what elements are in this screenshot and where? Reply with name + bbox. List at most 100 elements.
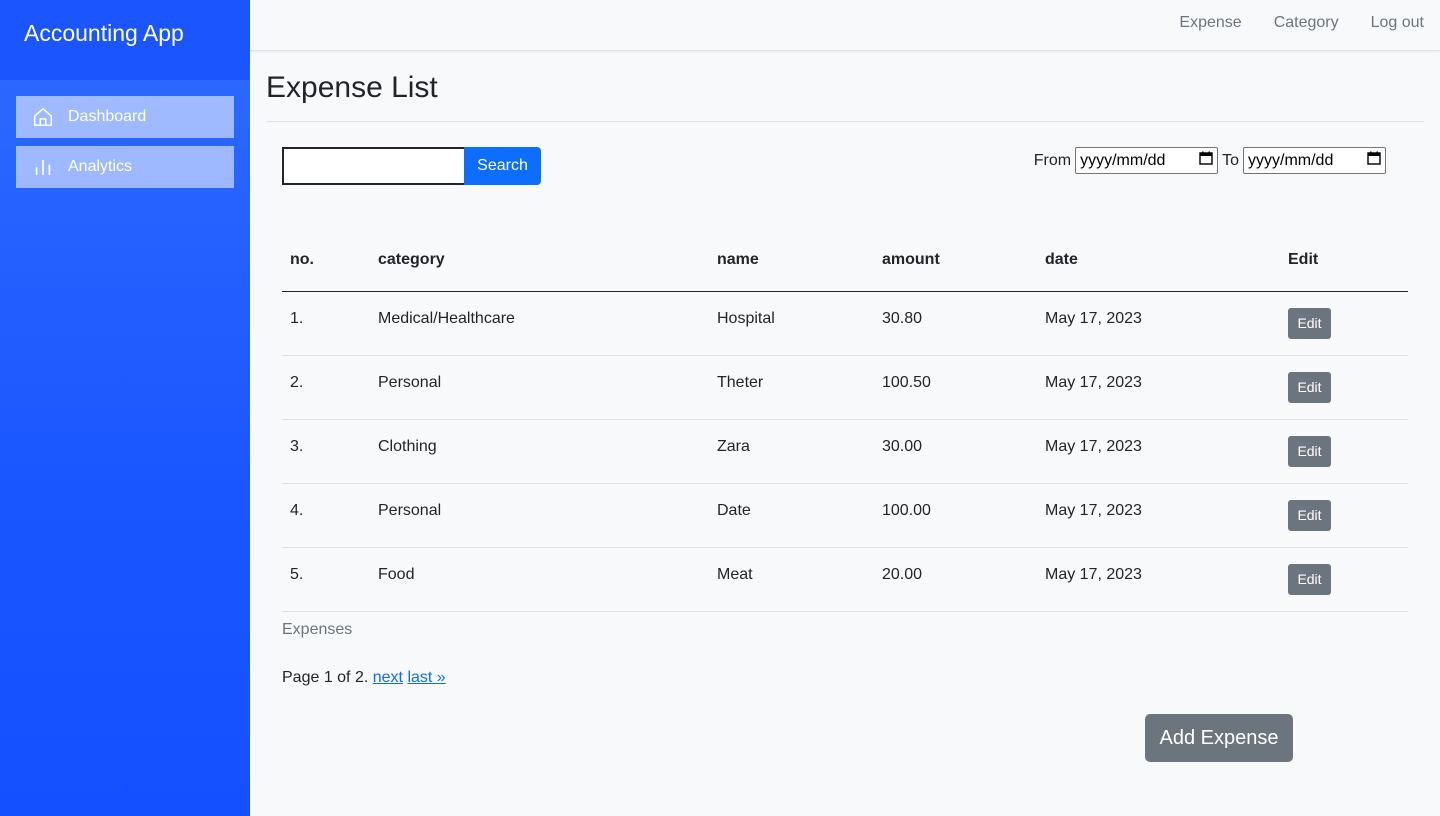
cell-name: Date <box>709 483 874 548</box>
cell-amount-text: 100.00 <box>882 502 931 519</box>
edit-button[interactable]: Edit <box>1288 371 1331 403</box>
cell-category-text: Clothing <box>378 438 437 455</box>
cell-date-text: May 17, 2023 <box>1045 374 1142 391</box>
cell-edit: Edit <box>1280 355 1408 420</box>
sidebar-nav: Dashboard Analytics <box>0 80 250 188</box>
column-header-edit: Edit <box>1280 230 1408 292</box>
next-page-link[interactable]: next <box>373 669 403 686</box>
to-date-placeholder: yyyy/mm/dd <box>1248 151 1334 169</box>
page-title: Expense List <box>266 71 1424 122</box>
sidebar-item-analytics[interactable]: Analytics <box>16 146 234 188</box>
from-label: From <box>1033 151 1072 169</box>
cell-amount: 100.00 <box>874 483 1037 548</box>
add-expense-button[interactable]: Add Expense <box>1145 714 1293 762</box>
cell-date: May 17, 2023 <box>1037 547 1280 612</box>
cell-date-text: May 17, 2023 <box>1045 566 1142 583</box>
home-icon <box>32 106 54 128</box>
from-date-input[interactable]: yyyy/mm/dd <box>1075 147 1219 174</box>
search-row: Search From yyyy/mm/dd To yyyy/mm/dd <box>266 122 1424 222</box>
cell-name-text: Theter <box>717 374 764 391</box>
table-row: 2. Personal Theter 100.50 May 17, 2023 Edit <box>282 355 1408 420</box>
from-date-placeholder: yyyy/mm/dd <box>1080 151 1166 169</box>
table-body: 1. Medical/Healthcare Hospital 30.80 May 17,… <box>282 291 1408 612</box>
cell-amount-text: 30.80 <box>882 310 923 327</box>
cell-date: May 17, 2023 <box>1037 419 1280 484</box>
nav-link-expense[interactable]: Expense <box>1179 14 1241 32</box>
search-input[interactable] <box>282 147 464 185</box>
cell-amount-text: 30.00 <box>882 438 923 455</box>
last-page-link[interactable]: last » <box>407 669 445 686</box>
cell-no: 2. <box>282 355 370 420</box>
sidebar: Accounting App Dashboard Analytics <box>0 0 250 816</box>
cell-category-text: Medical/Healthcare <box>378 310 515 327</box>
cell-category: Personal <box>370 355 709 420</box>
cell-name-text: Date <box>717 502 751 519</box>
edit-button[interactable]: Edit <box>1288 435 1331 467</box>
calendar-icon <box>1367 151 1381 170</box>
cell-no: 1. <box>282 291 370 356</box>
cell-name: Zara <box>709 419 874 484</box>
column-header-date: date <box>1037 230 1280 292</box>
cell-name: Theter <box>709 355 874 420</box>
search-button[interactable]: Search <box>464 147 541 185</box>
cell-name-text: Zara <box>717 438 750 455</box>
edit-button[interactable]: Edit <box>1288 307 1331 339</box>
sidebar-item-label: Dashboard <box>68 108 147 125</box>
cell-category-text: Personal <box>378 502 442 519</box>
table-row: 1. Medical/Healthcare Hospital 30.80 May 17,… <box>282 291 1408 356</box>
main-content: Expense List Search From yyyy/mm/dd To y… <box>266 51 1424 222</box>
cell-amount-text: 20.00 <box>882 566 923 583</box>
table-row: 5. Food Meat 20.00 May 17, 2023 Edit <box>282 547 1408 612</box>
sidebar-item-label: Analytics <box>68 158 133 175</box>
to-label: To <box>1222 151 1239 169</box>
cell-no-text: 5. <box>290 566 304 583</box>
column-header-name: name <box>709 230 874 292</box>
page-info: Page 1 of 2. <box>282 669 369 686</box>
table-header-row: no. category name amount date Edit <box>282 230 1408 292</box>
cell-name-text: Hospital <box>717 310 775 327</box>
table-caption: Expenses <box>282 621 353 638</box>
cell-amount: 30.00 <box>874 419 1037 484</box>
cell-no: 4. <box>282 483 370 548</box>
cell-amount: 20.00 <box>874 547 1037 612</box>
date-filter: From yyyy/mm/dd To yyyy/mm/dd <box>1034 147 1386 174</box>
cell-date-text: May 17, 2023 <box>1045 310 1142 327</box>
table-row: 3. Clothing Zara 30.00 May 17, 2023 Edit <box>282 419 1408 484</box>
pagination: Page 1 of 2. next last » <box>282 669 446 687</box>
cell-date-text: May 17, 2023 <box>1045 502 1142 519</box>
top-navbar: Expense Category Log out <box>250 0 1440 51</box>
cell-category: Personal <box>370 483 709 548</box>
cell-name: Meat <box>709 547 874 612</box>
calendar-icon <box>1199 151 1213 170</box>
cell-date-text: May 17, 2023 <box>1045 438 1142 455</box>
cell-no: 5. <box>282 547 370 612</box>
cell-category: Medical/Healthcare <box>370 291 709 356</box>
cell-edit: Edit <box>1280 547 1408 612</box>
cell-no: 3. <box>282 419 370 484</box>
cell-no-text: 3. <box>290 438 304 455</box>
column-header-category: category <box>370 230 709 292</box>
cell-date: May 17, 2023 <box>1037 483 1280 548</box>
app-brand: Accounting App <box>0 0 250 80</box>
cell-edit: Edit <box>1280 483 1408 548</box>
cell-amount: 30.80 <box>874 291 1037 356</box>
cell-name-text: Meat <box>717 566 753 583</box>
cell-date: May 17, 2023 <box>1037 291 1280 356</box>
edit-button[interactable]: Edit <box>1288 563 1331 595</box>
cell-category: Food <box>370 547 709 612</box>
cell-category-text: Food <box>378 566 415 583</box>
cell-category-text: Personal <box>378 374 442 391</box>
nav-link-logout[interactable]: Log out <box>1371 14 1424 32</box>
cell-name: Hospital <box>709 291 874 356</box>
nav-link-category[interactable]: Category <box>1274 14 1339 32</box>
column-header-no: no. <box>282 230 370 292</box>
to-date-input[interactable]: yyyy/mm/dd <box>1243 147 1386 174</box>
sidebar-item-dashboard[interactable]: Dashboard <box>16 96 234 138</box>
bar-chart-icon <box>32 156 54 178</box>
cell-no-text: 2. <box>290 374 304 391</box>
column-header-amount: amount <box>874 230 1037 292</box>
edit-button[interactable]: Edit <box>1288 499 1331 531</box>
cell-no-text: 1. <box>290 310 304 327</box>
cell-edit: Edit <box>1280 291 1408 356</box>
cell-amount-text: 100.50 <box>882 374 931 391</box>
